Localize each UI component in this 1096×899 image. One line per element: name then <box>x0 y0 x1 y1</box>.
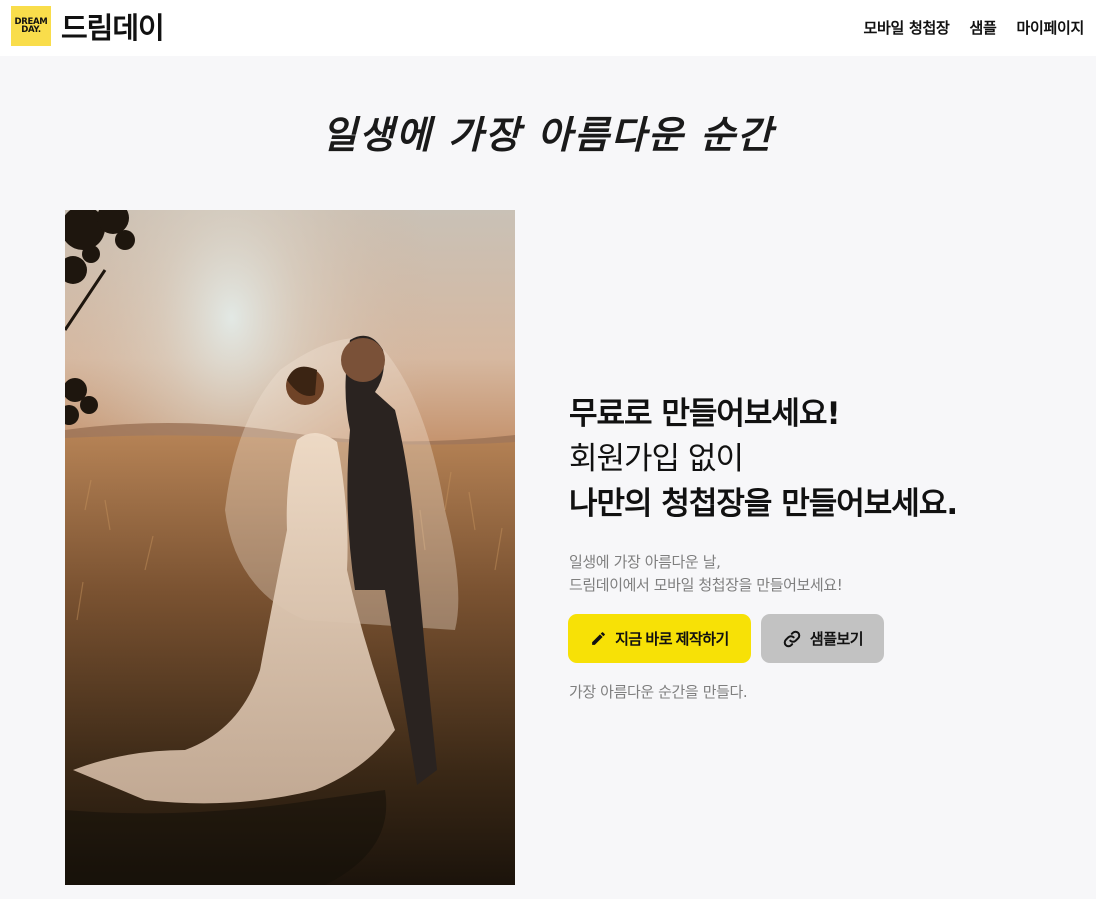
nav-item-mypage[interactable]: 마이페이지 <box>1016 17 1084 38</box>
create-now-label: 지금 바로 제작하기 <box>615 631 729 648</box>
logo-text-line2: DAY. <box>21 25 41 35</box>
main-nav: 모바일 청첩장 샘플 마이페이지 <box>864 0 1085 54</box>
view-sample-label: 샘플보기 <box>809 631 864 648</box>
hero-headline: 무료로 만들어보세요! 회원가입 없이 나만의 청첩장을 만들어보세요. <box>569 392 1069 527</box>
hero-description: 일생에 가장 아름다운 날, 드림데이에서 모바일 청첩장을 만들어보세요! <box>569 551 1069 597</box>
nav-item-mobile-invitation[interactable]: 모바일 청첩장 <box>864 17 950 38</box>
hero-wedding-photo <box>65 210 515 885</box>
description-line-1: 일생에 가장 아름다운 날, <box>569 553 721 571</box>
link-icon <box>782 629 802 649</box>
create-now-button[interactable]: 지금 바로 제작하기 <box>568 614 751 663</box>
site-header: DREAM DAY. 드림데이 모바일 청첩장 샘플 마이페이지 <box>0 0 1096 56</box>
headline-line-2: 회원가입 없이 <box>569 441 744 477</box>
description-line-2: 드림데이에서 모바일 청첩장을 만들어보세요! <box>569 576 843 594</box>
nav-item-sample[interactable]: 샘플 <box>969 17 996 38</box>
pencil-icon <box>590 630 607 647</box>
headline-line-3: 나만의 청첩장을 만들어보세요. <box>569 486 958 522</box>
headline-line-1: 무료로 만들어보세요! <box>569 396 841 432</box>
brand-logo[interactable]: DREAM DAY. <box>11 6 51 46</box>
brand-name[interactable]: 드림데이 <box>61 6 165 46</box>
page-tagline: 일생에 가장 아름다운 순간 <box>321 112 775 157</box>
view-sample-button[interactable]: 샘플보기 <box>761 614 884 663</box>
hero-slogan: 가장 아름다운 순간을 만들다. <box>569 683 748 701</box>
